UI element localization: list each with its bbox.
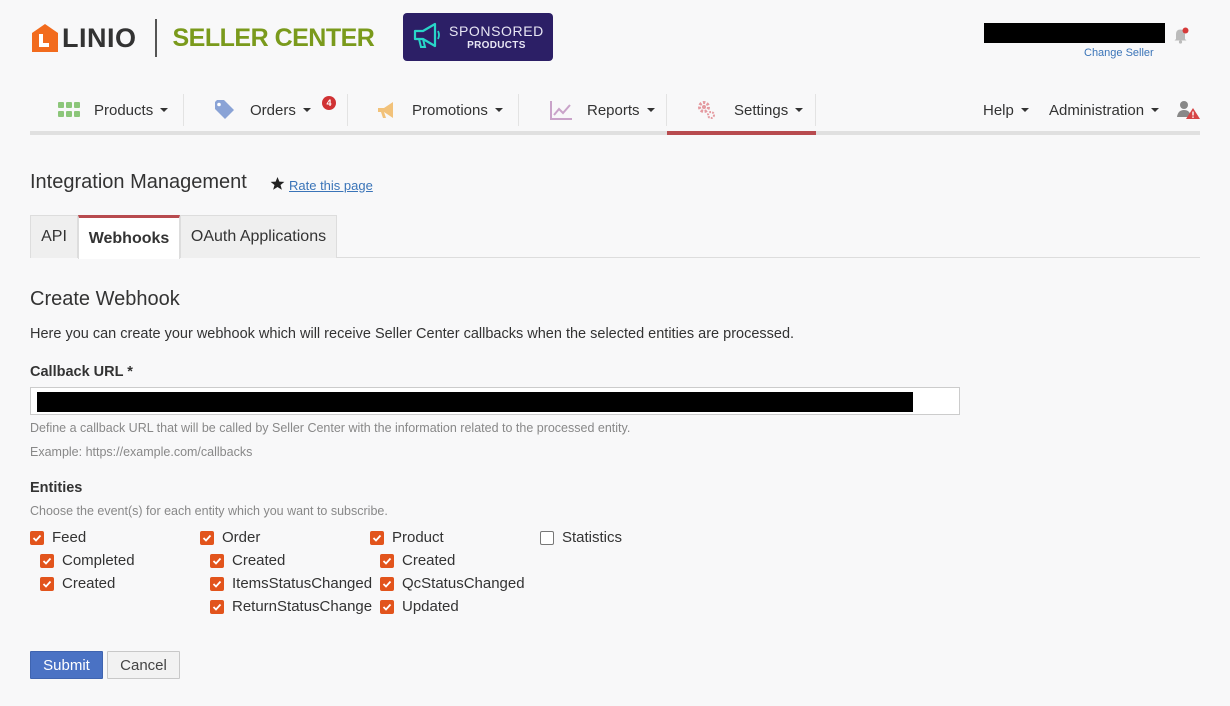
checkbox-checked-icon bbox=[380, 553, 394, 568]
checkbox-checked-icon bbox=[370, 530, 384, 545]
sponsored-products-banner[interactable]: SPONSORED PRODUCTS bbox=[403, 13, 553, 61]
brand-name: LINIO bbox=[62, 22, 137, 53]
change-seller-link[interactable]: Change Seller bbox=[1084, 47, 1154, 59]
checkbox-label: ReturnStatusChange bbox=[232, 598, 373, 615]
checkbox-order-returnstatuschange[interactable]: ReturnStatusChange bbox=[210, 598, 372, 615]
callback-url-input[interactable] bbox=[30, 387, 960, 415]
chevron-down-icon bbox=[646, 108, 655, 112]
callback-url-help: Define a callback URL that will be calle… bbox=[30, 421, 631, 435]
chevron-down-icon bbox=[1151, 108, 1160, 112]
checkbox-label: Feed bbox=[52, 529, 87, 546]
checkbox-checked-icon bbox=[30, 530, 44, 545]
nav-administration[interactable]: Administration bbox=[1049, 94, 1160, 126]
nav-reports-label: Reports bbox=[587, 101, 640, 119]
checkbox-feed[interactable]: Feed bbox=[30, 529, 86, 546]
linio-logo-icon bbox=[30, 23, 60, 53]
checkbox-label: Updated bbox=[402, 598, 459, 615]
checkbox-label: Statistics bbox=[562, 529, 623, 546]
callback-url-example: Example: https://example.com/callbacks bbox=[30, 445, 253, 459]
checkbox-label: Completed bbox=[62, 552, 135, 569]
nav-promotions-label: Promotions bbox=[412, 101, 488, 119]
brand-product: SELLER CENTER bbox=[172, 23, 375, 52]
sponsored-line1: SPONSORED bbox=[449, 22, 544, 39]
nav-help-label: Help bbox=[983, 101, 1014, 119]
checkbox-label: Product bbox=[392, 529, 444, 546]
rate-page[interactable]: Rate this page bbox=[270, 176, 373, 194]
checkbox-feed-completed[interactable]: Completed bbox=[40, 552, 135, 569]
checkbox-checked-icon bbox=[40, 576, 54, 591]
megaphone-icon bbox=[411, 21, 443, 54]
page-title: Integration Management bbox=[30, 171, 247, 193]
checkbox-checked-icon bbox=[200, 530, 214, 545]
checkbox-product-updated[interactable]: Updated bbox=[380, 598, 459, 615]
chart-icon bbox=[549, 100, 573, 120]
checkbox-statistics[interactable]: Statistics bbox=[540, 529, 622, 546]
checkbox-checked-icon bbox=[210, 576, 224, 591]
checkbox-checked-icon bbox=[210, 599, 224, 614]
checkbox-checked-icon bbox=[40, 553, 54, 568]
nav-products[interactable]: Products bbox=[58, 94, 184, 126]
chevron-down-icon bbox=[795, 108, 804, 112]
tab-bar: API Webhooks OAuth Applications bbox=[30, 215, 1200, 259]
checkbox-order[interactable]: Order bbox=[200, 529, 260, 546]
linio-logo[interactable]: LINIO SELLER CENTER bbox=[30, 18, 375, 58]
checkbox-label: Created bbox=[402, 552, 456, 569]
nav-settings[interactable]: Settings bbox=[696, 94, 816, 126]
rate-page-link[interactable]: Rate this page bbox=[289, 178, 373, 193]
entities-label: Entities bbox=[30, 480, 83, 496]
chevron-down-icon bbox=[302, 108, 311, 112]
seller-name-redacted bbox=[984, 23, 1165, 43]
chevron-down-icon bbox=[160, 108, 169, 112]
checkbox-feed-created[interactable]: Created bbox=[40, 575, 115, 592]
checkbox-product[interactable]: Product bbox=[370, 529, 444, 546]
checkbox-label: Created bbox=[62, 575, 116, 592]
callback-url-label: Callback URL * bbox=[30, 364, 133, 380]
checkbox-checked-icon bbox=[380, 599, 394, 614]
tab-api[interactable]: API bbox=[30, 215, 78, 258]
grid-icon bbox=[58, 102, 80, 118]
nav-orders-label: Orders bbox=[250, 101, 296, 119]
tab-webhooks[interactable]: Webhooks bbox=[78, 215, 180, 259]
chevron-down-icon bbox=[1020, 108, 1029, 112]
main-navbar: Products Orders 4 Promotions Reports Set… bbox=[30, 86, 1200, 135]
nav-administration-label: Administration bbox=[1049, 101, 1145, 119]
form-heading: Create Webhook bbox=[30, 288, 180, 310]
submit-button[interactable]: Submit bbox=[30, 651, 103, 679]
callback-url-redacted bbox=[37, 392, 913, 412]
entities-help: Choose the event(s) for each entity whic… bbox=[30, 504, 388, 518]
form-description: Here you can create your webhook which w… bbox=[30, 326, 795, 342]
checkbox-unchecked-icon bbox=[540, 530, 554, 545]
nav-products-label: Products bbox=[94, 101, 154, 119]
user-warning-icon[interactable] bbox=[1177, 94, 1201, 126]
checkbox-product-created[interactable]: Created bbox=[380, 552, 455, 569]
nav-reports[interactable]: Reports bbox=[549, 94, 667, 126]
checkbox-product-qcstatuschanged[interactable]: QcStatusChanged bbox=[380, 575, 525, 592]
logo-divider bbox=[154, 19, 157, 57]
tab-oauth-applications[interactable]: OAuth Applications bbox=[180, 215, 337, 258]
chevron-down-icon bbox=[494, 108, 503, 112]
checkbox-label: Created bbox=[232, 552, 286, 569]
megaphone-icon bbox=[376, 100, 398, 120]
notification-bell-icon[interactable] bbox=[1172, 26, 1190, 49]
checkbox-order-itemsstatuschanged[interactable]: ItemsStatusChanged bbox=[210, 575, 372, 592]
checkbox-label: Order bbox=[222, 529, 261, 546]
nav-settings-label: Settings bbox=[734, 101, 789, 119]
nav-help[interactable]: Help bbox=[983, 94, 1029, 126]
gear-icon bbox=[696, 100, 716, 120]
checkbox-label: QcStatusChanged bbox=[402, 575, 525, 592]
sponsored-line2: PRODUCTS bbox=[467, 39, 526, 51]
tag-icon bbox=[214, 100, 236, 120]
nav-promotions[interactable]: Promotions bbox=[376, 94, 519, 126]
checkbox-checked-icon bbox=[210, 553, 224, 568]
orders-count-badge: 4 bbox=[322, 96, 336, 110]
cancel-button[interactable]: Cancel bbox=[107, 651, 180, 679]
checkbox-order-created[interactable]: Created bbox=[210, 552, 285, 569]
star-icon bbox=[270, 176, 285, 194]
checkbox-label: ItemsStatusChanged bbox=[232, 575, 373, 592]
checkbox-checked-icon bbox=[380, 576, 394, 591]
nav-active-indicator bbox=[667, 131, 816, 135]
